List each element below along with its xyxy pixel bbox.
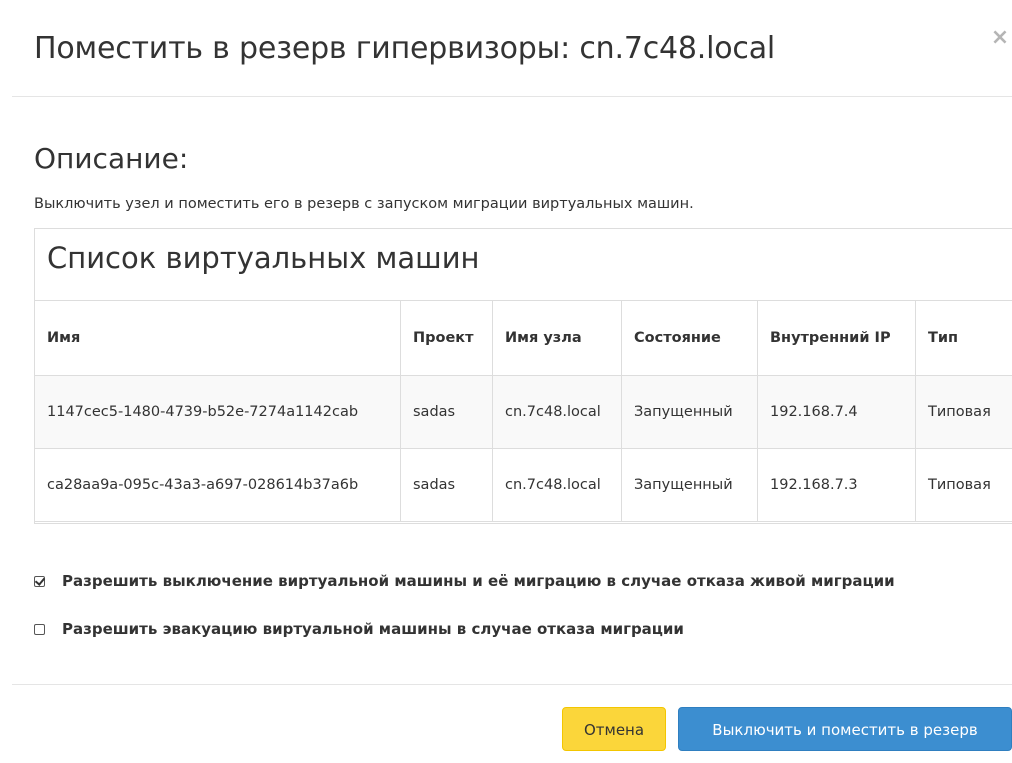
header-divider <box>12 96 1012 97</box>
shutdown-reserve-button[interactable]: Выключить и поместить в резерв <box>678 707 1012 751</box>
force-shutdown-checkbox[interactable] <box>34 575 45 587</box>
column-header-type[interactable]: Тип <box>915 300 1012 376</box>
vm-name-cell: 1147cec5-1480-4739-b52e-7274a1142cab <box>35 375 401 449</box>
column-header-ip[interactable]: Внутренний IP <box>757 300 916 376</box>
vm-project-cell: sadas <box>400 448 493 522</box>
vm-project-cell: sadas <box>400 375 493 449</box>
column-header-state[interactable]: Состояние <box>621 300 758 376</box>
evacuate-checkbox[interactable] <box>34 623 45 635</box>
vm-type-cell: Типовая <box>915 448 1012 522</box>
column-header-host[interactable]: Имя узла <box>492 300 622 376</box>
table-header-row: Имя Проект Имя узла Состояние Внутренний… <box>35 300 1012 376</box>
description-text: Выключить узел и поместить его в резерв … <box>34 196 694 212</box>
table-row: 1147cec5-1480-4739-b52e-7274a1142cab sad… <box>35 375 1012 449</box>
vm-state-cell: Запущенный <box>621 375 758 449</box>
force-shutdown-label[interactable]: Разрешить выключение виртуальной машины … <box>62 572 895 590</box>
description-heading: Описание: <box>34 142 189 175</box>
option-force-shutdown[interactable]: Разрешить выключение виртуальной машины … <box>34 572 895 590</box>
vm-host-cell: cn.7c48.local <box>492 375 622 449</box>
vm-table: Имя Проект Имя узла Состояние Внутренний… <box>35 300 1012 522</box>
cancel-button[interactable]: Отмена <box>562 707 666 751</box>
vm-state-cell: Запущенный <box>621 448 758 522</box>
vm-name-cell: ca28aa9a-095c-43a3-a697-028614b37a6b <box>35 448 401 522</box>
vm-list-caption: Список виртуальных машин <box>47 241 480 275</box>
footer-divider <box>12 684 1012 685</box>
vm-ip-cell: 192.168.7.4 <box>757 375 916 449</box>
modal-title: Поместить в резерв гипервизоры: cn.7c48.… <box>34 31 776 66</box>
column-header-name[interactable]: Имя <box>35 300 401 376</box>
vm-ip-cell: 192.168.7.3 <box>757 448 916 522</box>
vm-host-cell: cn.7c48.local <box>492 448 622 522</box>
option-evacuate[interactable]: Разрешить эвакуацию виртуальной машины в… <box>34 620 684 638</box>
close-icon[interactable]: × <box>988 26 1012 50</box>
evacuate-label[interactable]: Разрешить эвакуацию виртуальной машины в… <box>62 620 684 638</box>
column-header-project[interactable]: Проект <box>400 300 493 376</box>
reserve-hypervisor-modal: × Поместить в резерв гипервизоры: cn.7c4… <box>0 0 1012 763</box>
table-row: ca28aa9a-095c-43a3-a697-028614b37a6b sad… <box>35 448 1012 522</box>
vm-type-cell: Типовая <box>915 375 1012 449</box>
vm-list-panel: Список виртуальных машин Имя Проект Имя … <box>34 228 1012 524</box>
